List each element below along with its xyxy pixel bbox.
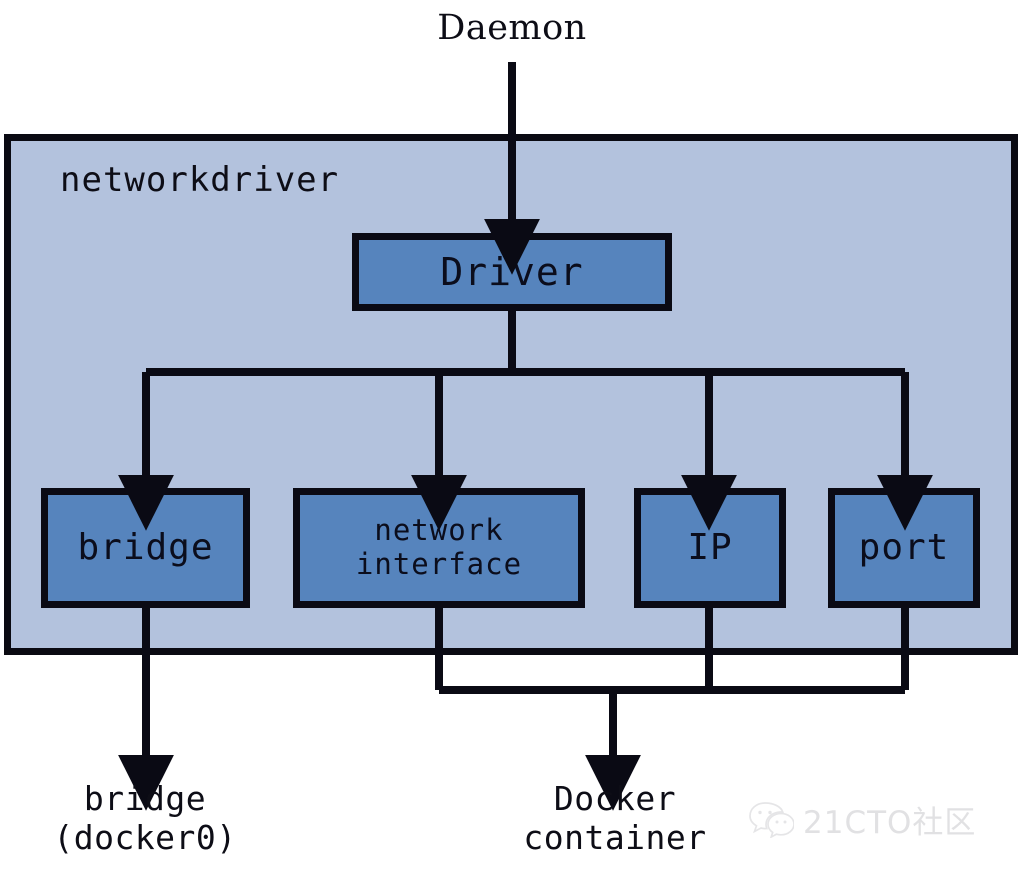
bridge-node-label: bridge bbox=[77, 527, 214, 569]
watermark: 21CTO社区 bbox=[748, 793, 1018, 845]
diagram-canvas: Daemon networkdriver Driver bridge netwo… bbox=[0, 0, 1024, 869]
docker-container-output-label: Docker container bbox=[480, 779, 750, 858]
wechat-logo-icon bbox=[749, 802, 794, 838]
network-interface-line-2: interface bbox=[355, 547, 523, 581]
driver-node[interactable]: Driver bbox=[352, 233, 672, 311]
docker-output-line-2: container bbox=[523, 817, 707, 857]
watermark-text: 21CTO社区 bbox=[803, 804, 977, 841]
ip-node[interactable]: IP bbox=[634, 488, 786, 608]
driver-node-label: Driver bbox=[440, 249, 584, 294]
network-interface-node-label: network interface bbox=[356, 514, 522, 581]
port-node-label: port bbox=[858, 527, 950, 569]
bridge-output-line-2: (docker0) bbox=[53, 817, 237, 857]
port-node[interactable]: port bbox=[828, 488, 980, 608]
bridge-node[interactable]: bridge bbox=[41, 488, 250, 608]
bridge-output-label: bridge (docker0) bbox=[20, 779, 270, 858]
networkdriver-label: networkdriver bbox=[60, 160, 340, 200]
docker-output-line-1: Docker bbox=[553, 779, 677, 818]
network-interface-line-1: network bbox=[374, 513, 504, 548]
bridge-output-line-1: bridge bbox=[83, 779, 207, 818]
ip-node-label: IP bbox=[687, 527, 733, 569]
daemon-label: Daemon bbox=[437, 8, 587, 48]
network-interface-node[interactable]: network interface bbox=[293, 488, 585, 608]
